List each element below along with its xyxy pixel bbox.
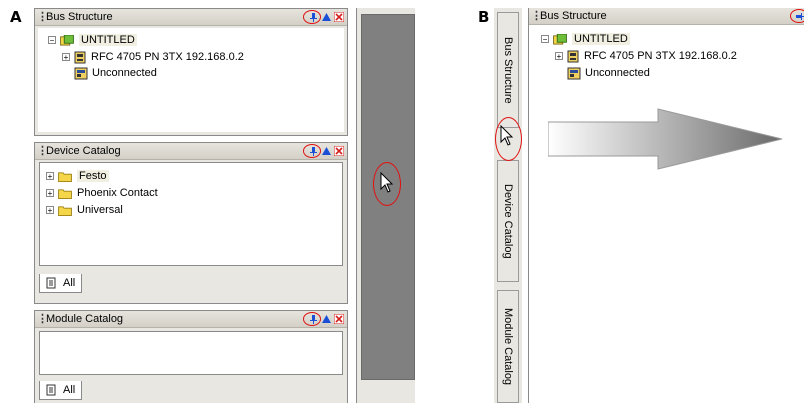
close-button[interactable] (334, 12, 344, 22)
tab-all-label: All (63, 384, 76, 396)
side-tab-module-catalog[interactable]: Module Catalog (497, 290, 519, 403)
side-tab-label: Bus Structure (502, 36, 514, 104)
project-icon (60, 34, 74, 46)
tree-row-device[interactable]: + RFC 4705 PN 3TX 192.168.0.2 (62, 50, 244, 64)
maximize-button[interactable] (321, 146, 331, 156)
side-tab-bus-structure[interactable]: Bus Structure (497, 12, 519, 128)
expand-icon[interactable]: + (46, 206, 54, 215)
tree-device-label: RFC 4705 PN 3TX 192.168.0.2 (91, 51, 244, 63)
highlight-circle (790, 8, 804, 23)
close-icon (334, 12, 344, 22)
bus-tree: − UNTITLED + RFC 4705 PN 3TX 192.168.0.2… (38, 28, 344, 132)
module-catalog-panel: ⋮ Module Catalog All (34, 310, 348, 403)
bus-structure-titlebar: ⋮ Bus Structure (529, 8, 804, 25)
expand-icon[interactable]: + (62, 53, 70, 62)
side-tab-strip: Bus Structure Device Catalog Module Cata… (494, 8, 522, 403)
pin-button[interactable] (303, 9, 321, 24)
grip-icon[interactable]: ⋮ (37, 314, 48, 325)
module-catalog-titlebar: ⋮ Module Catalog (35, 311, 347, 328)
project-icon (553, 33, 567, 45)
maximize-icon (321, 315, 331, 323)
grip-icon[interactable]: ⋮ (531, 11, 542, 22)
close-icon (334, 146, 344, 156)
tab-all-label: All (63, 277, 76, 289)
maximize-icon (321, 13, 331, 21)
tree-row-unconnected[interactable]: Unconnected (74, 66, 157, 80)
maximize-icon (321, 147, 331, 155)
device-icon (74, 51, 86, 63)
module-catalog-list (39, 331, 343, 375)
cursor-icon (500, 125, 514, 146)
figure-label-a: A (10, 8, 22, 26)
tab-all[interactable]: All (39, 381, 83, 400)
expand-icon[interactable]: + (46, 172, 54, 181)
highlight-circle (303, 143, 321, 158)
highlight-circle (303, 311, 321, 326)
device-catalog-titlebar: ⋮ Device Catalog (35, 143, 347, 160)
tree-root-label: UNTITLED (572, 33, 630, 45)
bus-structure-flyout: ⋮ Bus Structure − UNTITLED + RFC 4705 PN… (528, 8, 804, 403)
expand-icon[interactable]: + (555, 52, 563, 61)
tree-row-universal[interactable]: + Universal (46, 203, 123, 217)
cursor-icon (380, 172, 394, 193)
folder-icon (58, 205, 72, 216)
tree-root-label: UNTITLED (79, 34, 137, 46)
tab-all-icon (46, 277, 56, 289)
tree-row-device[interactable]: + RFC 4705 PN 3TX 192.168.0.2 (555, 49, 737, 63)
bus-structure-titlebar: ⋮ Bus Structure (35, 9, 347, 26)
grip-icon[interactable]: ⋮ (37, 146, 48, 157)
close-button[interactable] (334, 146, 344, 156)
collapse-icon[interactable]: − (48, 36, 56, 45)
close-icon (334, 314, 344, 324)
tree-device-label: RFC 4705 PN 3TX 192.168.0.2 (584, 50, 737, 62)
tree-item-label: Festo (77, 170, 109, 182)
folder-icon (58, 171, 72, 182)
maximize-button[interactable] (321, 314, 331, 324)
tree-item-label: Phoenix Contact (77, 187, 158, 199)
panel-title: Bus Structure (540, 10, 607, 22)
panel-title: Module Catalog (46, 313, 124, 325)
expand-icon[interactable]: + (46, 189, 54, 198)
folder-icon (58, 188, 72, 199)
highlight-circle (303, 9, 321, 24)
grip-icon[interactable]: ⋮ (37, 12, 48, 23)
tree-unconnected-label: Unconnected (92, 67, 157, 79)
device-catalog-panel: ⋮ Device Catalog + Festo + Phoenix Conta… (34, 142, 348, 304)
close-button[interactable] (334, 314, 344, 324)
side-tab-device-catalog[interactable]: Device Catalog (497, 160, 519, 282)
bus-structure-panel: ⋮ Bus Structure − UNTITLED + RFC 4705 PN… (34, 8, 348, 136)
tree-row-phoenix[interactable]: + Phoenix Contact (46, 186, 158, 200)
tab-all[interactable]: All (39, 274, 83, 293)
tree-row-root[interactable]: − UNTITLED (48, 33, 137, 47)
collapse-icon[interactable]: − (541, 35, 549, 44)
arrow-icon (548, 108, 783, 170)
maximize-button[interactable] (321, 12, 331, 22)
tree-unconnected-label: Unconnected (585, 67, 650, 79)
tree-row-unconnected[interactable]: Unconnected (567, 66, 650, 80)
pin-button[interactable] (303, 311, 321, 326)
tree-row-festo[interactable]: + Festo (46, 169, 109, 183)
unconnected-icon (567, 67, 581, 79)
tab-all-icon (46, 384, 56, 396)
device-catalog-tree: + Festo + Phoenix Contact + Universal (39, 162, 343, 266)
side-tab-label: Module Catalog (502, 307, 514, 386)
unconnected-icon (74, 67, 88, 79)
panel-title: Device Catalog (46, 145, 121, 157)
tree-item-label: Universal (77, 204, 123, 216)
tree-row-root[interactable]: − UNTITLED (541, 32, 630, 46)
pin-button[interactable] (790, 8, 804, 23)
panel-title: Bus Structure (46, 11, 113, 23)
figure-label-b: B (478, 8, 490, 26)
pin-button[interactable] (303, 143, 321, 158)
side-tab-label: Device Catalog (502, 183, 514, 259)
device-icon (567, 50, 579, 62)
